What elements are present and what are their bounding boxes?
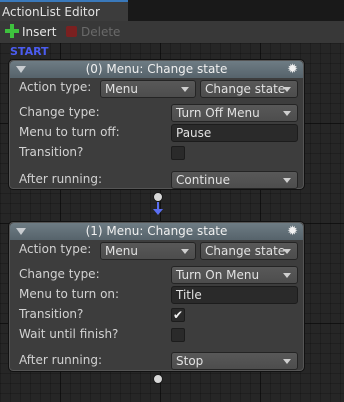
node-title: (1) Menu: Change state: [85, 224, 228, 238]
arrow-down-icon: [153, 209, 163, 215]
transition-label: Transition?: [19, 145, 84, 159]
chevron-down-icon: [283, 273, 291, 278]
chevron-down-icon: [181, 87, 189, 92]
insert-button[interactable]: Insert: [5, 24, 56, 40]
menu-label: Menu to turn on:: [19, 287, 120, 301]
change-type-dropdown[interactable]: Turn On Menu: [171, 266, 298, 284]
checkmark-icon: ✔: [172, 308, 184, 322]
chevron-down-icon: [181, 249, 189, 254]
action-category-dropdown[interactable]: Menu: [100, 242, 196, 260]
action-category-dropdown[interactable]: Menu: [100, 80, 196, 98]
menu-name-field[interactable]: Pause: [171, 124, 298, 142]
triangle-down-icon[interactable]: [16, 66, 26, 73]
toolbar: Insert Delete: [0, 21, 344, 43]
after-running-label: After running:: [19, 172, 102, 186]
transition-checkbox[interactable]: [171, 146, 185, 160]
delete-button[interactable]: Delete: [66, 24, 120, 40]
action-type-label: Action type:: [19, 80, 92, 94]
gear-icon[interactable]: ✹: [287, 224, 298, 239]
insert-label: Insert: [22, 25, 57, 39]
delete-label: Delete: [81, 25, 121, 39]
triangle-down-icon[interactable]: [16, 228, 26, 235]
chevron-down-icon: [283, 111, 291, 116]
transition-checkbox[interactable]: ✔: [171, 308, 185, 322]
output-port[interactable]: [153, 374, 163, 384]
action-type-label: Action type:: [19, 242, 92, 256]
after-running-dropdown[interactable]: Stop: [171, 352, 298, 370]
transition-label: Transition?: [19, 307, 84, 321]
action-name-dropdown[interactable]: Change state: [200, 80, 298, 98]
change-type-label: Change type:: [19, 267, 100, 281]
menu-label: Menu to turn off:: [19, 125, 120, 139]
change-type-label: Change type:: [19, 105, 100, 119]
menu-name-field[interactable]: Title: [171, 286, 298, 304]
output-port[interactable]: [153, 192, 163, 202]
chevron-down-icon: [283, 249, 291, 254]
wait-until-finish-label: Wait until finish?: [19, 327, 119, 341]
action-node-0[interactable]: (0) Menu: Change state ✹ Action type: Me…: [8, 59, 305, 190]
after-running-dropdown[interactable]: Continue: [171, 171, 298, 189]
start-label: START: [10, 45, 49, 58]
chevron-down-icon: [283, 359, 291, 364]
node-title: (0) Menu: Change state: [85, 62, 228, 76]
node-header[interactable]: (1) Menu: Change state ✹: [10, 223, 303, 240]
node-canvas[interactable]: START (0) Menu: Change state ✹ Action ty…: [0, 43, 344, 402]
tab-bar: ActionList Editor: [0, 0, 344, 22]
after-running-label: After running:: [19, 353, 102, 367]
chevron-down-icon: [283, 87, 291, 92]
node-header[interactable]: (0) Menu: Change state ✹: [10, 61, 303, 78]
change-type-dropdown[interactable]: Turn Off Menu: [171, 104, 298, 122]
gear-icon[interactable]: ✹: [287, 62, 298, 77]
chevron-down-icon: [283, 178, 291, 183]
action-node-1[interactable]: (1) Menu: Change state ✹ Action type: Me…: [8, 221, 305, 372]
action-name-dropdown[interactable]: Change state: [200, 242, 298, 260]
wait-until-finish-checkbox[interactable]: [171, 328, 185, 342]
plus-icon: [5, 24, 19, 38]
delete-icon: [66, 26, 77, 37]
tab-actionlist-editor[interactable]: ActionList Editor: [0, 0, 128, 21]
